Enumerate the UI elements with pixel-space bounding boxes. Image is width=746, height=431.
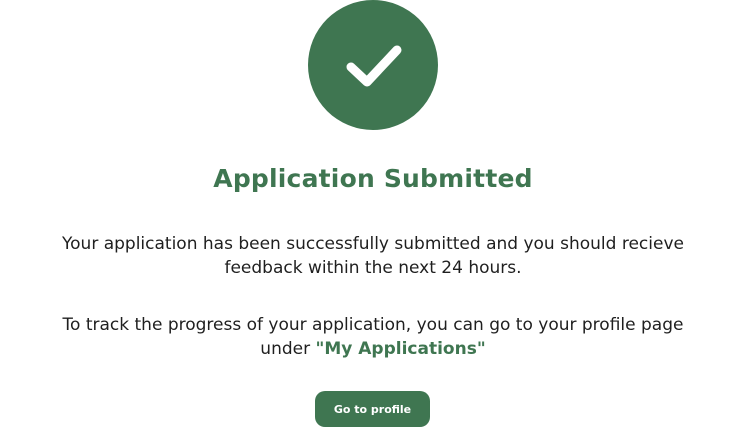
page-title: Application Submitted (213, 164, 533, 193)
tracking-message-prefix: under (260, 339, 316, 359)
success-page: Application Submitted Your application h… (0, 0, 746, 431)
check-icon (346, 45, 402, 87)
submission-message-line-2: feedback within the next 24 hours. (224, 258, 522, 278)
submission-message: Your application has been successfully s… (0, 232, 746, 280)
tracking-message-line-2: under "My Applications" (0, 337, 746, 361)
submission-message-line-1: Your application has been successfully s… (62, 234, 684, 254)
tracking-message-line-1: To track the progress of your applicatio… (62, 315, 684, 335)
success-badge (308, 0, 438, 130)
tracking-message: To track the progress of your applicatio… (0, 313, 746, 361)
my-applications-text: "My Applications" (315, 339, 486, 359)
go-to-profile-button[interactable]: Go to profile (315, 391, 430, 427)
